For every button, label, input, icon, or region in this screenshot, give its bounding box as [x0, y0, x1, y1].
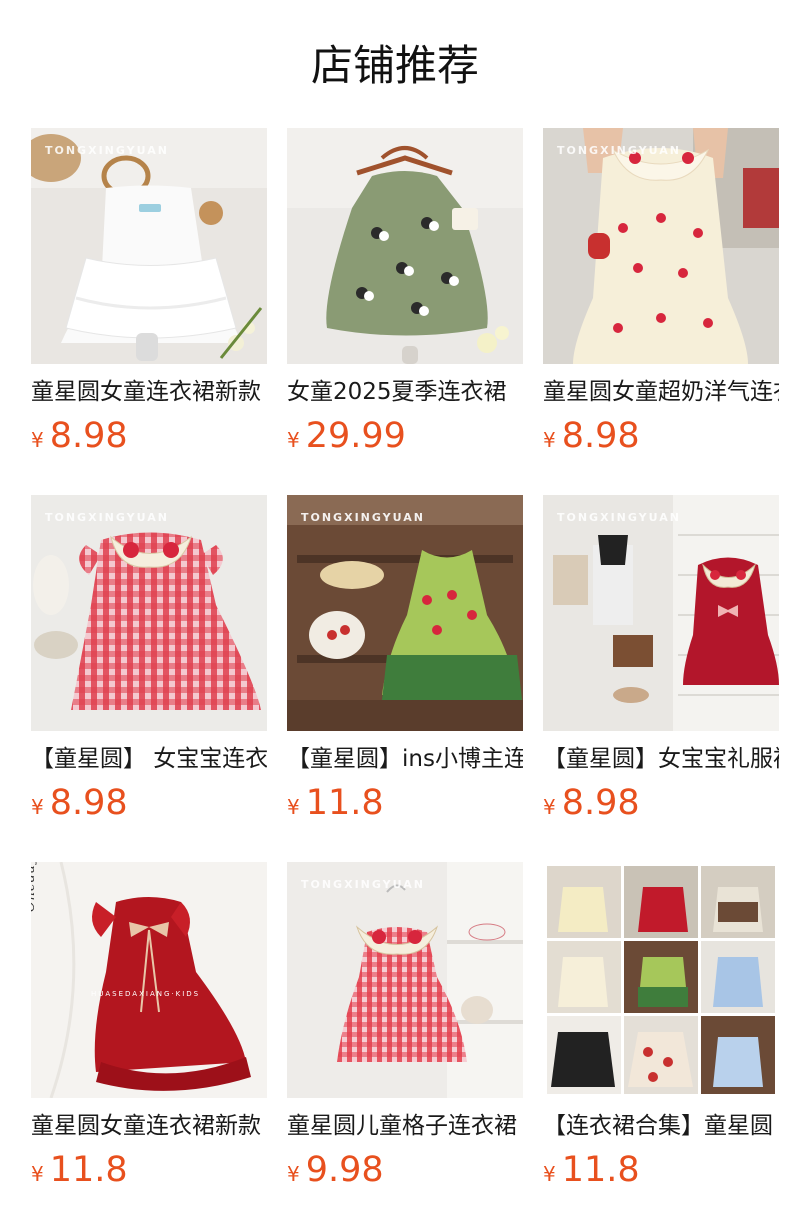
brand-watermark: TONGXINGYUAN: [45, 144, 169, 157]
product-price: ¥11.8: [543, 1148, 640, 1192]
brand-watermark: TONGXINGYUAN: [45, 511, 169, 524]
brand-watermark: TONGXINGYUAN: [301, 511, 425, 524]
product-image[interactable]: [287, 128, 523, 364]
product-price: ¥9.98: [287, 1148, 384, 1192]
price-value: 29.99: [305, 416, 406, 456]
product-name[interactable]: 女童2025夏季连衣裙: [287, 376, 523, 408]
price-value: 11.8: [49, 1150, 128, 1190]
brand-watermark: TONGXINGYUAN: [557, 511, 681, 524]
product-card[interactable]: TONGXINGYUAN 【童星圆】女宝宝礼服裙 ¥8.98: [543, 495, 779, 835]
product-name[interactable]: 童星圆女童连衣裙新款: [31, 376, 267, 408]
currency-symbol: ¥: [543, 795, 556, 819]
price-value: 8.98: [49, 783, 128, 823]
product-card[interactable]: HUASEDAXIANG·KIDS Oneday 童星圆女童连衣裙新款 ¥11.…: [31, 862, 267, 1202]
product-price: ¥8.98: [543, 781, 640, 825]
currency-symbol: ¥: [543, 428, 556, 452]
product-name[interactable]: 【童星圆】ins小博主连衣裙: [287, 743, 523, 775]
product-image[interactable]: TONGXINGYUAN: [287, 862, 523, 1098]
product-image[interactable]: [543, 862, 779, 1098]
currency-symbol: ¥: [287, 795, 300, 819]
currency-symbol: ¥: [31, 1162, 44, 1186]
currency-symbol: ¥: [287, 428, 300, 452]
currency-symbol: ¥: [31, 795, 44, 819]
product-image[interactable]: TONGXINGYUAN: [287, 495, 523, 731]
price-value: 8.98: [561, 416, 640, 456]
currency-symbol: ¥: [543, 1162, 556, 1186]
product-image[interactable]: TONGXINGYUAN: [31, 495, 267, 731]
svg-text:HUASEDAXIANG·KIDS: HUASEDAXIANG·KIDS: [91, 990, 200, 998]
product-price: ¥11.8: [287, 781, 384, 825]
product-card[interactable]: TONGXINGYUAN 童星圆女童连衣裙新款 ¥8.98: [31, 128, 267, 468]
product-image[interactable]: TONGXINGYUAN: [543, 495, 779, 731]
product-image[interactable]: TONGXINGYUAN: [543, 128, 779, 364]
page-title: 店铺推荐: [310, 41, 479, 90]
brand-watermark-script: Oneday: [31, 862, 38, 912]
product-card[interactable]: TONGXINGYUAN 【童星圆】ins小博主连衣裙 ¥11.8: [287, 495, 523, 835]
product-name[interactable]: 童星圆儿童格子连衣裙: [287, 1110, 523, 1142]
product-name[interactable]: 【连衣裙合集】童星圆: [543, 1110, 779, 1142]
product-price: ¥8.98: [31, 781, 128, 825]
product-name[interactable]: 【童星圆】 女宝宝连衣裙: [31, 743, 267, 775]
product-name[interactable]: 童星圆女童超奶洋气连衣裙: [543, 376, 779, 408]
currency-symbol: ¥: [31, 428, 44, 452]
product-price: ¥11.8: [31, 1148, 128, 1192]
product-name[interactable]: 童星圆女童连衣裙新款: [31, 1110, 267, 1142]
product-card[interactable]: TONGXINGYUAN 童星圆儿童格子连衣裙 ¥9.98: [287, 862, 523, 1202]
brand-watermark: TONGXINGYUAN: [301, 878, 425, 891]
brand-watermark: TONGXINGYUAN: [557, 144, 681, 157]
product-card[interactable]: TONGXINGYUAN 童星圆女童超奶洋气连衣裙 ¥8.98: [543, 128, 779, 468]
price-value: 8.98: [561, 783, 640, 823]
product-price: ¥8.98: [31, 414, 128, 458]
product-price: ¥29.99: [287, 414, 406, 458]
product-image[interactable]: TONGXINGYUAN: [31, 128, 267, 364]
price-value: 11.8: [305, 783, 384, 823]
price-value: 11.8: [561, 1150, 640, 1190]
product-card[interactable]: 【连衣裙合集】童星圆 ¥11.8: [543, 862, 779, 1202]
product-name[interactable]: 【童星圆】女宝宝礼服裙: [543, 743, 779, 775]
price-value: 9.98: [305, 1150, 384, 1190]
product-image[interactable]: HUASEDAXIANG·KIDS Oneday: [31, 862, 267, 1098]
product-price: ¥8.98: [543, 414, 640, 458]
price-value: 8.98: [49, 416, 128, 456]
product-card[interactable]: 女童2025夏季连衣裙 ¥29.99: [287, 128, 523, 468]
product-card[interactable]: TONGXINGYUAN 【童星圆】 女宝宝连衣裙 ¥8.98: [31, 495, 267, 835]
currency-symbol: ¥: [287, 1162, 300, 1186]
